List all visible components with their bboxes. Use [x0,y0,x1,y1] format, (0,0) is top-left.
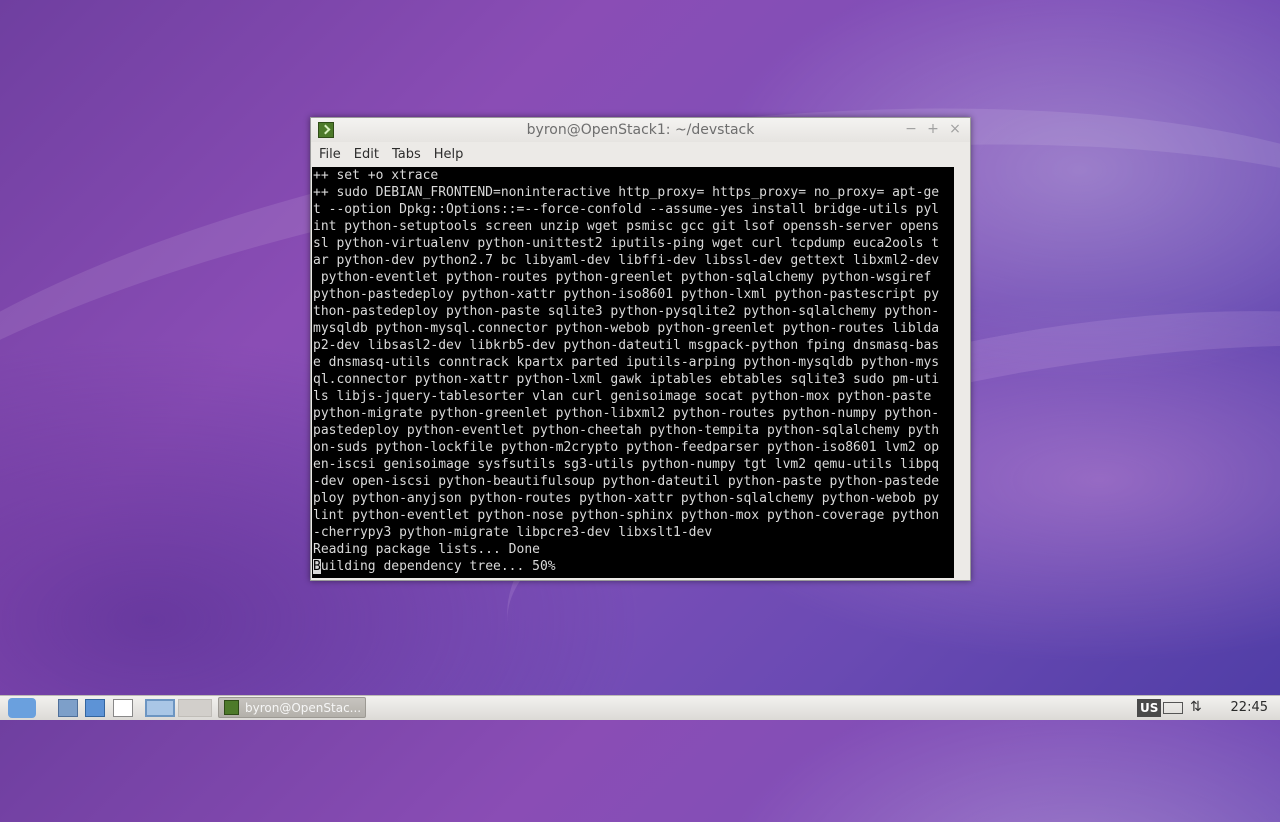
terminal-cursor: B [313,559,321,574]
terminal-line: lint python-eventlet python-nose python-… [313,508,940,523]
close-icon[interactable]: × [946,120,964,138]
network-status-icon[interactable]: ⇅ [1190,699,1208,717]
terminal-line: ++ sudo DEBIAN_FRONTEND=noninteractive h… [313,185,940,200]
terminal-line: en-iscsi genisoimage sysfsutils sg3-util… [313,457,940,472]
terminal-line: python-pastedeploy python-xattr python-i… [313,287,940,302]
terminal-line: p2-dev libsasl2-dev libkrb5-dev python-d… [313,338,940,353]
taskbar: byron@OpenStac... US ⇅ 22:45 [0,695,1280,720]
window-title: byron@OpenStack1: ~/devstack [526,122,755,138]
keyboard-layout-indicator[interactable]: US [1137,699,1162,717]
terminal-line: pastedeploy python-eventlet python-cheet… [313,423,940,438]
terminal-line: e dnsmasq-utils conntrack kpartx parted … [313,355,940,370]
start-menu-icon[interactable] [8,698,36,718]
terminal-line: Reading package lists... Done [313,542,540,557]
terminal-line: thon-pastedeploy python-paste sqlite3 py… [313,304,940,319]
keyboard-icon[interactable] [1163,702,1183,714]
terminal-line: python-migrate python-greenlet python-li… [313,406,940,421]
file-manager-icon[interactable] [58,699,78,717]
terminal-line: ploy python-anyjson python-routes python… [313,491,940,506]
clock[interactable]: 22:45 [1231,700,1268,715]
menu-file[interactable]: File [314,147,346,162]
terminal-line: t --option Dpkg::Options::=--force-confo… [313,202,940,217]
terminal-output[interactable]: ++ set +o xtrace ++ sudo DEBIAN_FRONTEND=… [312,167,954,578]
minimize-icon[interactable]: − [902,120,920,138]
terminal-line: python-eventlet python-routes python-gre… [313,270,932,285]
terminal-line: ql.connector python-xattr python-lxml ga… [313,372,940,387]
terminal-line: -dev open-iscsi python-beautifulsoup pyt… [313,474,940,489]
terminal-line: Building dependency tree... 50% [313,558,954,575]
terminal-line: -cherrypy3 python-migrate libpcre3-dev l… [313,525,713,540]
terminal-scrollbar[interactable] [956,167,968,578]
taskbar-task-label: byron@OpenStac... [245,701,362,715]
menu-edit[interactable]: Edit [349,147,384,162]
terminal-window: byron@OpenStack1: ~/devstack − + × File … [310,117,971,581]
terminal-line: ls libjs-jquery-tablesorter vlan curl ge… [313,389,932,404]
network-icon[interactable] [85,699,105,717]
terminal-line: sl python-virtualenv python-unittest2 ip… [313,236,940,251]
window-icon[interactable] [113,699,133,717]
menu-help[interactable]: Help [429,147,469,162]
terminal-app-icon [224,700,239,715]
terminal-line: int python-setuptools screen unzip wget … [313,219,940,234]
terminal-line: on-suds python-lockfile python-m2crypto … [313,440,940,455]
menu-tabs[interactable]: Tabs [387,147,426,162]
terminal-line: mysqldb python-mysql.connector python-we… [313,321,940,336]
menu-bar: File Edit Tabs Help [311,142,970,166]
taskbar-terminal-button[interactable]: byron@OpenStac... [218,697,366,718]
maximize-icon[interactable]: + [924,120,942,138]
window-titlebar[interactable]: byron@OpenStack1: ~/devstack − + × [311,118,970,142]
workspace-1[interactable] [145,699,175,717]
workspace-2[interactable] [178,699,212,717]
terminal-line: ++ set +o xtrace [313,168,439,183]
terminal-line-text: uilding dependency tree... 50% [320,559,556,574]
terminal-line: ar python-dev python2.7 bc libyaml-dev l… [313,253,940,268]
